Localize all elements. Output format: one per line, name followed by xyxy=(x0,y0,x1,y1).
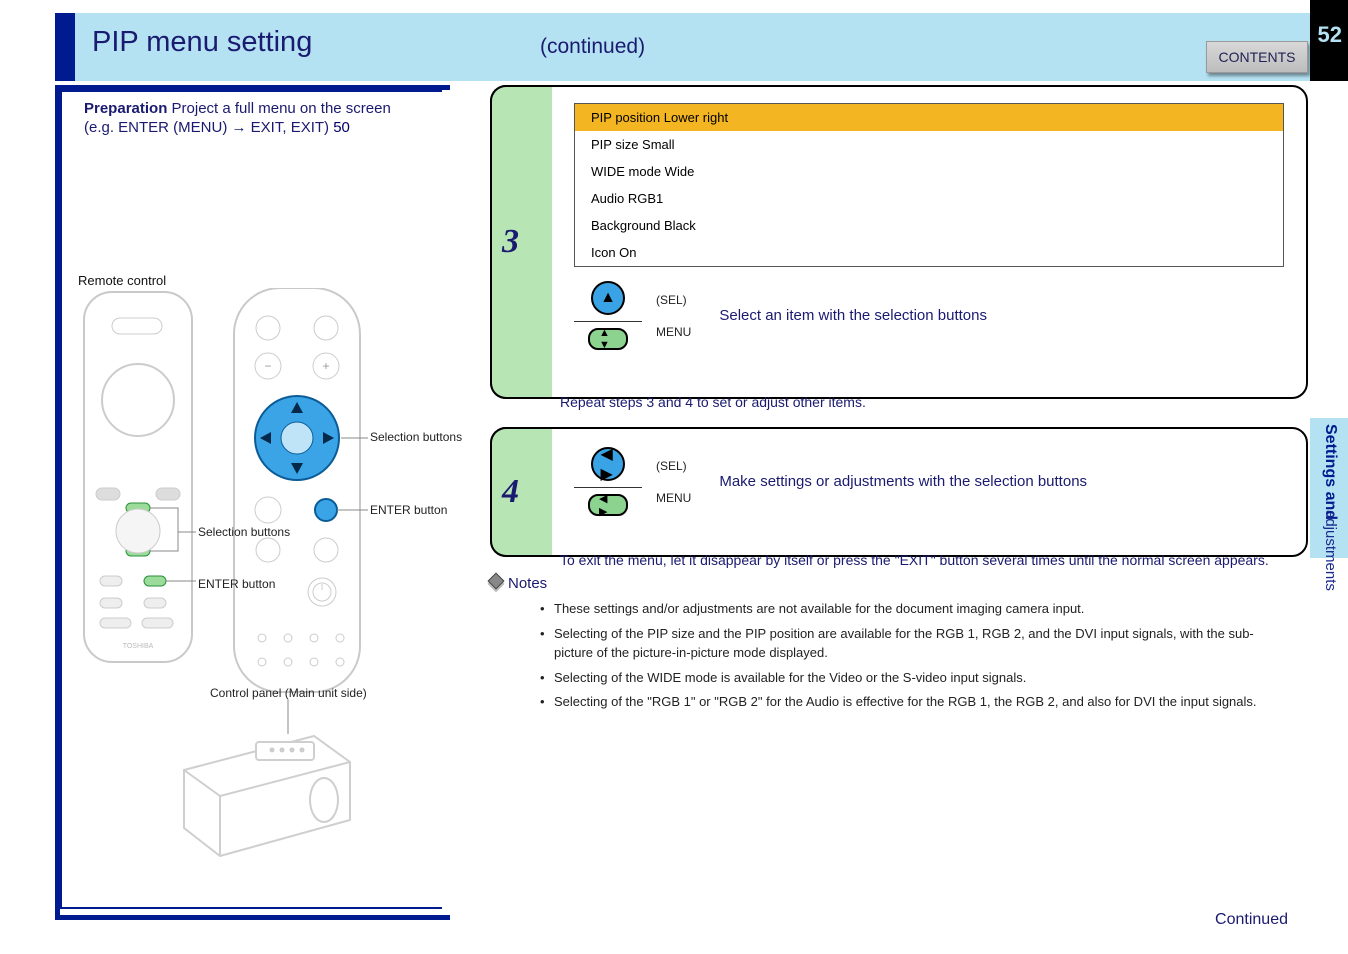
osd-row-pip-size: PIP size Small xyxy=(575,131,1283,158)
preparation-page-ref[interactable]: 50 xyxy=(333,119,350,136)
diamond-bullet-icon xyxy=(488,573,505,590)
projector-illustration xyxy=(164,700,364,860)
svg-text:+: + xyxy=(322,359,329,373)
notes-list: These settings and/or adjustments are no… xyxy=(540,600,1288,718)
instr-exit: To exit the menu, let it disappear by it… xyxy=(560,552,1288,568)
note-item: Selecting of the PIP size and the PIP po… xyxy=(540,625,1288,663)
callout-enter-button-remote2: ENTER button xyxy=(370,503,447,517)
page-title: PIP menu setting xyxy=(92,26,312,59)
left-blue-stripe xyxy=(55,13,75,81)
instr-repeat: Repeat steps 3 and 4 to set or adjust ot… xyxy=(560,394,866,410)
side-tab: Settings and adjustments xyxy=(1310,418,1348,558)
callout-enter-button-remote1: ENTER button xyxy=(198,577,275,591)
callout-selection-buttons-remote1: Selection buttons xyxy=(198,525,290,539)
osd-menu: PIP position Lower right PIP size Small … xyxy=(574,103,1284,267)
preparation-text: Preparation Project a full menu on the s… xyxy=(84,100,424,138)
menu-label: MENU xyxy=(656,325,691,339)
step3-instruction: Select an item with the selection button… xyxy=(719,307,987,324)
step-number-3: 3 xyxy=(502,223,519,261)
note-item: Selecting of the WIDE mode is available … xyxy=(540,669,1288,688)
osd-row-icon: Icon On xyxy=(575,239,1283,266)
osd-row-wide-mode: WIDE mode Wide xyxy=(575,158,1283,185)
step-card-4: 4 ◀ ▶ ◀ ▶ (SEL) MENU Make settings or ad… xyxy=(490,427,1308,557)
sel-button-icon: ▲ xyxy=(591,281,625,315)
side-tab-text-1: Settings and xyxy=(1321,424,1339,520)
contents-button[interactable]: CONTENTS xyxy=(1206,41,1308,73)
preparation-heading: Preparation xyxy=(84,100,167,117)
remote-control-heading: Remote control xyxy=(78,273,166,288)
page-subtitle: (continued) xyxy=(540,35,645,59)
callout-selection-buttons-remote2: Selection buttons xyxy=(370,430,462,444)
svg-text:TOSHIBA: TOSHIBA xyxy=(123,643,154,650)
note-item: Selecting of the "RGB 1" or "RGB 2" for … xyxy=(540,693,1288,712)
osd-row-audio: Audio RGB1 xyxy=(575,185,1283,212)
step-number-4: 4 xyxy=(502,473,519,511)
continued-label[interactable]: Continued xyxy=(1215,911,1288,929)
menu-up-down-icon: ▲ ▼ xyxy=(588,328,628,350)
menu-left-right-icon: ◀ ▶ xyxy=(588,494,628,516)
osd-row-pip-position: PIP position Lower right xyxy=(575,104,1283,131)
side-tab-text-2: adjustments xyxy=(1322,510,1339,591)
callout-control-panel: Control panel (Main unit side) xyxy=(210,686,367,700)
sel-label: (SEL) xyxy=(656,293,691,307)
step-card-3: 3 PIP position Lower right PIP size Smal… xyxy=(490,85,1308,399)
sel-label-2: (SEL) xyxy=(656,459,691,473)
remote-controls-illustration: TOSHIBA − + xyxy=(78,288,368,698)
menu-label-2: MENU xyxy=(656,491,691,505)
sel-button-icon-2: ◀ ▶ xyxy=(591,447,625,481)
page-number: 52 xyxy=(1318,22,1342,48)
notes-heading: Notes xyxy=(490,575,547,592)
note-item: These settings and/or adjustments are no… xyxy=(540,600,1288,619)
osd-row-background: Background Black xyxy=(575,212,1283,239)
svg-text:−: − xyxy=(264,359,271,373)
step4-instruction: Make settings or adjustments with the se… xyxy=(719,473,1087,490)
